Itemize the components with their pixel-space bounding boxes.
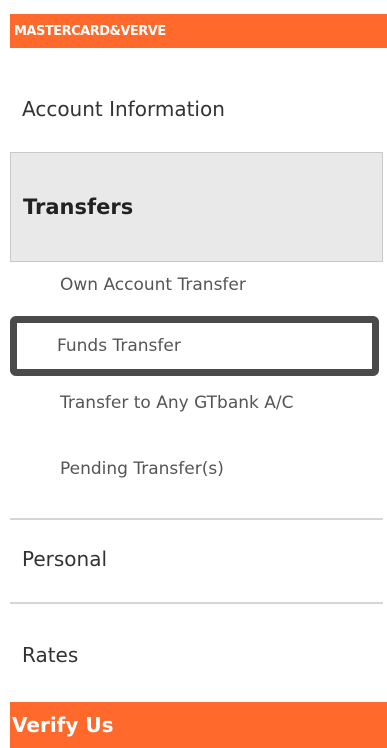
submenu-item-funds-transfer[interactable]: Funds Transfer	[10, 316, 379, 376]
top-banner-label: MASTERCARD&VERVE	[14, 23, 166, 39]
menu-item-account-information[interactable]: Account Information	[10, 80, 383, 138]
menu-item-rates[interactable]: Rates	[10, 626, 383, 684]
divider	[10, 602, 383, 604]
verify-us-button[interactable]: Verify Us	[10, 702, 387, 748]
submenu-item-pending-transfers[interactable]: Pending Transfer(s)	[12, 446, 383, 492]
menu-item-personal[interactable]: Personal	[10, 530, 383, 588]
menu-item-label: Transfers	[23, 195, 134, 219]
submenu-item-label: Pending Transfer(s)	[60, 459, 224, 479]
divider	[10, 518, 383, 520]
menu-item-transfers[interactable]: Transfers	[10, 152, 383, 262]
submenu-item-label: Funds Transfer	[57, 336, 181, 356]
top-banner[interactable]: MASTERCARD&VERVE	[10, 14, 387, 48]
verify-us-label: Verify Us	[12, 713, 114, 737]
submenu-item-transfer-to-gtbank[interactable]: Transfer to Any GTbank A/C	[12, 380, 383, 426]
menu-item-label: Account Information	[22, 97, 225, 121]
menu-item-label: Rates	[22, 643, 79, 667]
submenu-item-own-account-transfer[interactable]: Own Account Transfer	[12, 262, 383, 308]
submenu-item-label: Transfer to Any GTbank A/C	[60, 393, 294, 413]
menu-item-label: Personal	[22, 547, 108, 571]
submenu-item-label: Own Account Transfer	[60, 275, 246, 295]
